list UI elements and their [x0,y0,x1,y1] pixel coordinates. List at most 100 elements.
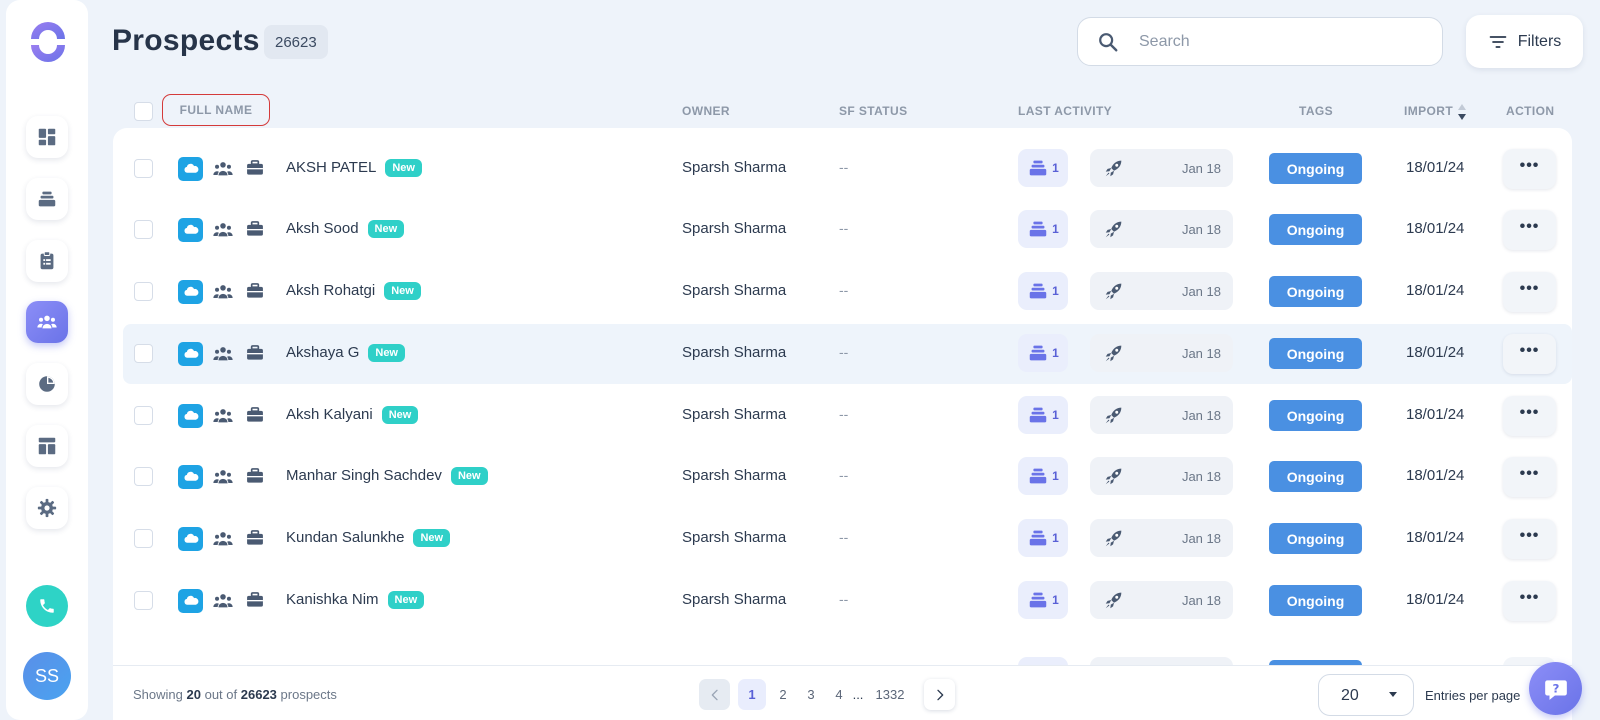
activity-count-chip[interactable]: 1 [1018,581,1068,619]
table-row[interactable]: Aksh Kalyani New Sparsh Sharma -- 1 Jan 18 Ong… [123,386,1572,446]
row-action-button[interactable]: ••• [1503,272,1556,312]
row-action-button[interactable]: ••• [1503,334,1556,374]
salesforce-badge[interactable] [178,404,203,428]
prospect-name[interactable]: Akshaya G New [286,344,405,362]
tag-badge[interactable]: Ongoing [1269,461,1362,492]
sequence-stack-icon [1029,221,1047,237]
last-activity-chip[interactable]: Jan 18 [1090,457,1233,495]
tag-badge[interactable]: Ongoing [1269,523,1362,554]
table-row[interactable]: Akshaya G New Sparsh Sharma -- 1 Jan 18 Ongoin… [123,324,1572,384]
row-action-button[interactable]: ••• [1503,457,1556,497]
activity-count-chip[interactable]: 1 [1018,396,1068,434]
row-checkbox[interactable] [134,220,153,239]
prospect-name[interactable]: Aksh Rohatgi New [286,282,421,300]
row-checkbox[interactable] [134,282,153,301]
nav-tasks[interactable] [26,240,68,282]
prospect-name[interactable]: Aksh Kalyani New [286,406,419,424]
salesforce-badge[interactable] [178,589,203,613]
help-button[interactable]: ? [1529,662,1582,715]
entries-per-page-select[interactable]: 20 [1318,674,1414,716]
briefcase-icon [247,407,263,422]
column-header-full-name[interactable]: FULL NAME [162,94,270,126]
last-activity-chip[interactable]: Jan 18 [1090,210,1233,248]
activity-count-chip[interactable]: 1 [1018,519,1068,557]
avatar[interactable]: SS [23,652,71,700]
logo-icon[interactable] [28,22,68,62]
tag-badge[interactable]: Ongoing [1269,214,1362,245]
page-4-button[interactable]: 4 [832,679,846,710]
last-activity-chip[interactable]: Jan 18 [1090,149,1233,187]
nav-reports[interactable] [26,363,68,405]
row-action-button[interactable]: ••• [1503,149,1556,189]
column-header-owner[interactable]: OWNER [682,104,730,118]
search-box[interactable] [1077,17,1443,66]
page-3-button[interactable]: 3 [804,679,818,710]
prospect-name[interactable]: Kanishka Nim New [286,591,425,609]
search-input[interactable] [1139,32,1419,51]
activity-count-chip[interactable]: 1 [1018,272,1068,310]
owner-cell: Sparsh Sharma [682,220,787,237]
row-checkbox[interactable] [134,159,153,178]
column-header-import[interactable]: IMPORT [1404,104,1453,118]
table-row[interactable]: Kundan Salunkhe New Sparsh Sharma -- 1 Jan 18… [123,509,1572,569]
page-last-button[interactable]: 1332 [874,679,906,710]
row-action-button[interactable]: ••• [1503,210,1556,250]
select-all-checkbox[interactable] [134,102,153,121]
last-activity-chip[interactable]: Jan 18 [1090,396,1233,434]
salesforce-badge[interactable] [178,157,203,181]
column-header-tags[interactable]: TAGS [1299,104,1333,118]
column-header-last-activity[interactable]: LAST ACTIVITY [1018,104,1112,118]
salesforce-cloud-icon [183,163,198,173]
nav-dashboard[interactable] [26,116,68,158]
table-row[interactable]: Manhar Singh Sachdev New Sparsh Sharma -- 1 J… [123,447,1572,507]
row-action-button[interactable]: ••• [1503,519,1556,559]
salesforce-badge[interactable] [178,280,203,304]
table-row[interactable]: AKSH PATEL New Sparsh Sharma -- 1 Jan 18 Ongoi… [123,139,1572,199]
row-checkbox[interactable] [134,406,153,425]
prev-page-button[interactable] [699,679,730,710]
row-action-button[interactable]: ••• [1503,581,1556,621]
table-row[interactable]: Aksh Sood New Sparsh Sharma -- 1 Jan 18 Ongoin… [123,200,1572,260]
nav-settings[interactable] [26,487,68,529]
last-activity-chip[interactable]: Jan 18 [1090,581,1233,619]
tag-badge[interactable]: Ongoing [1269,585,1362,616]
last-activity-chip[interactable]: Jan 18 [1090,334,1233,372]
row-checkbox[interactable] [134,344,153,363]
nav-templates[interactable] [26,425,68,467]
page-2-button[interactable]: 2 [776,679,790,710]
activity-count-chip[interactable]: 1 [1018,210,1068,248]
tag-badge[interactable]: Ongoing [1269,153,1362,184]
row-checkbox[interactable] [134,529,153,548]
salesforce-badge[interactable] [178,218,203,242]
next-page-button[interactable] [924,679,955,710]
table-row[interactable]: Aksh Rohatgi New Sparsh Sharma -- 1 Jan 18 Ong… [123,262,1572,322]
last-activity-chip[interactable]: Jan 18 [1090,519,1233,557]
salesforce-badge[interactable] [178,342,203,366]
prospect-name[interactable]: Kundan Salunkhe New [286,529,451,547]
row-checkbox[interactable] [134,467,153,486]
salesforce-badge[interactable] [178,465,203,489]
sort-icon[interactable] [1457,103,1467,121]
row-checkbox[interactable] [134,591,153,610]
tag-badge[interactable]: Ongoing [1269,400,1362,431]
activity-count-chip[interactable]: 1 [1018,149,1068,187]
activity-count-chip[interactable]: 1 [1018,334,1068,372]
filters-button[interactable]: Filters [1466,15,1583,68]
prospect-name[interactable]: AKSH PATEL New [286,159,422,177]
activity-count-chip[interactable]: 1 [1018,457,1068,495]
nav-prospects[interactable] [26,301,68,343]
table-row[interactable]: Kanishka Nim New Sparsh Sharma -- 1 Jan 18 Ong… [123,571,1572,631]
tag-badge[interactable]: Ongoing [1269,276,1362,307]
prospect-name[interactable]: Aksh Sood New [286,220,405,238]
new-badge: New [450,467,488,485]
salesforce-badge[interactable] [178,527,203,551]
tag-badge[interactable]: Ongoing [1269,338,1362,369]
call-button[interactable] [26,585,68,627]
column-header-sf-status[interactable]: SF STATUS [839,104,908,118]
nav-layers[interactable] [26,178,68,220]
row-action-button[interactable]: ••• [1503,396,1556,436]
prospect-name[interactable]: Manhar Singh Sachdev New [286,467,488,485]
owner-cell: Sparsh Sharma [682,591,787,608]
last-activity-chip[interactable]: Jan 18 [1090,272,1233,310]
page-1-button[interactable]: 1 [738,679,766,710]
